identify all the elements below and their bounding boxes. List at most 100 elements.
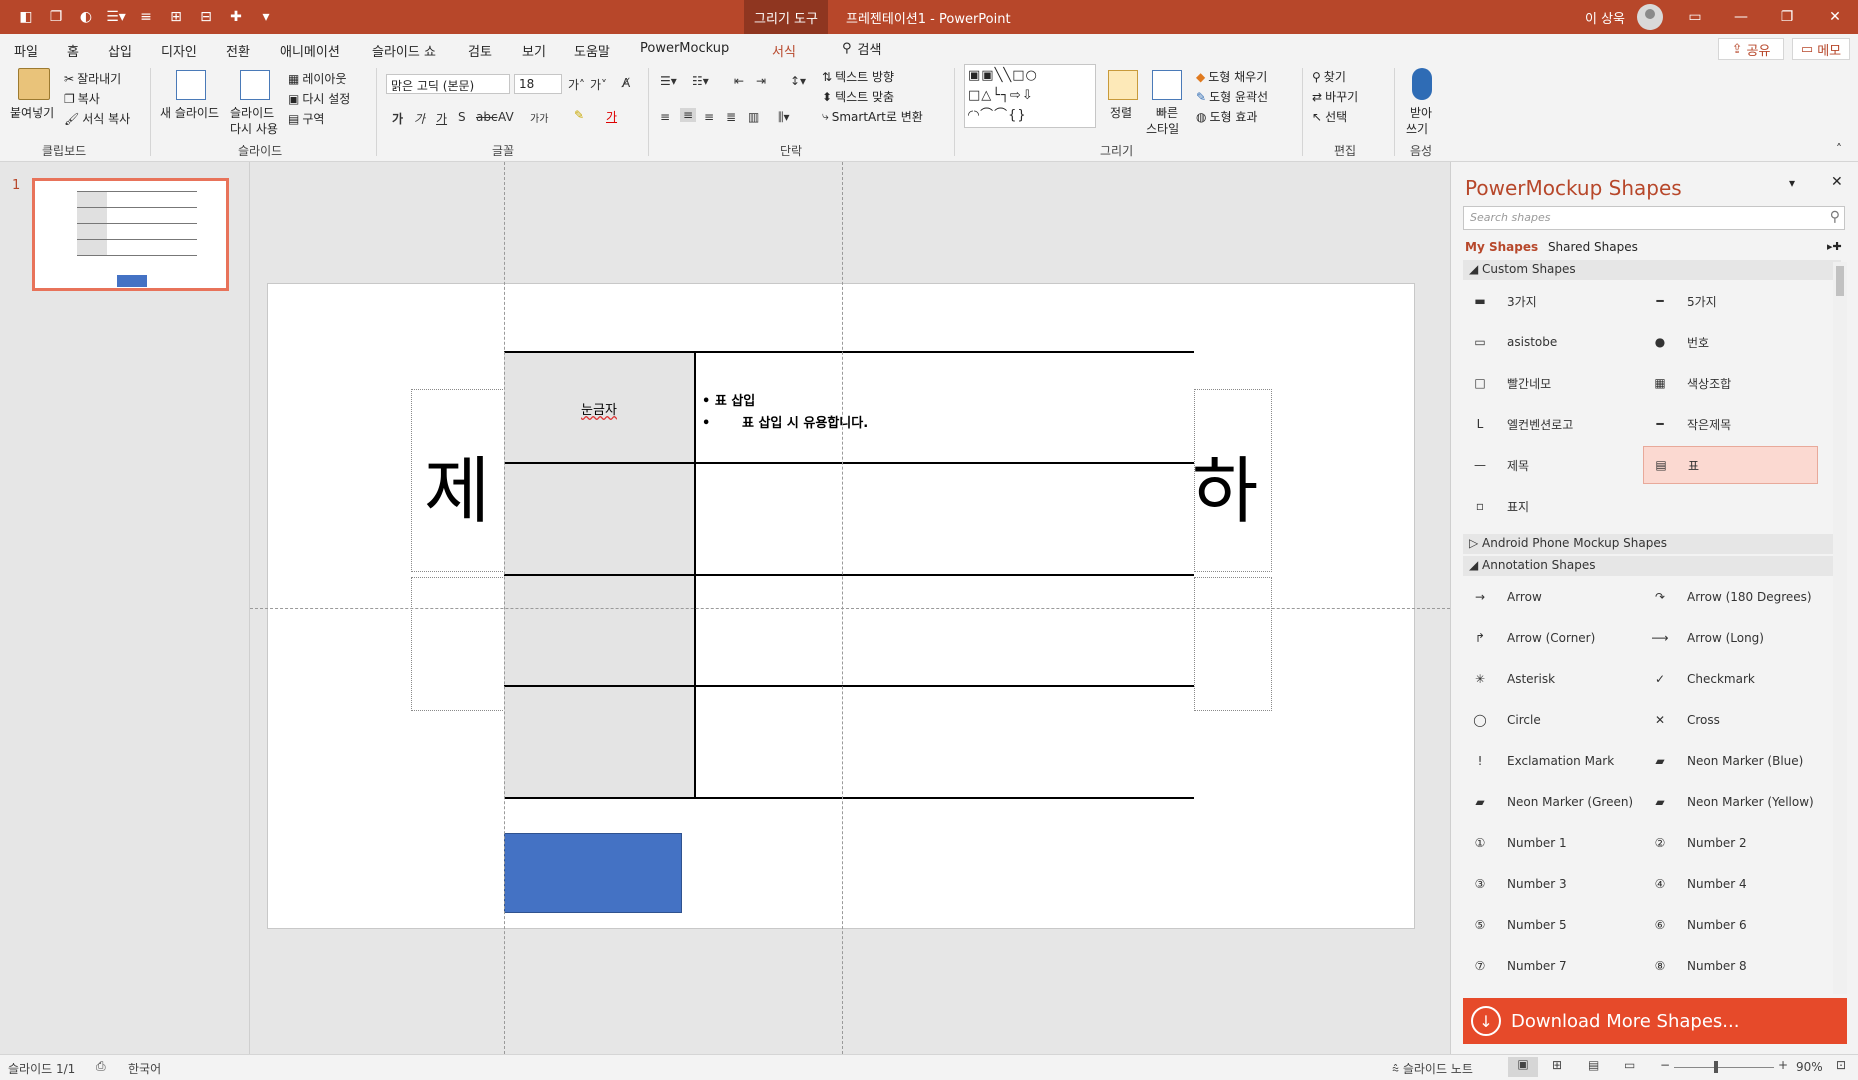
align-text-button[interactable]: ⬍ 텍스트 맞춤 bbox=[822, 88, 894, 105]
copy-button[interactable]: ❐ 복사 bbox=[64, 90, 100, 107]
shape-outline-button[interactable]: ✎ 도형 윤곽선 bbox=[1196, 88, 1268, 105]
tab-slideshow[interactable]: 슬라이드 쇼 bbox=[372, 41, 436, 60]
horizontal-guide[interactable] bbox=[250, 608, 1450, 609]
clear-format-icon[interactable]: A̸ bbox=[622, 76, 630, 90]
distribute-icon[interactable]: ▥ bbox=[748, 110, 759, 124]
shape-item[interactable]: ⟶ Arrow (Long) bbox=[1643, 619, 1818, 657]
quick-styles-label-1[interactable]: 빠른 bbox=[1156, 104, 1178, 121]
tab-transitions[interactable]: 전환 bbox=[226, 41, 250, 60]
shape-item[interactable]: ② Number 2 bbox=[1643, 824, 1818, 862]
line-spacing-icon[interactable]: ↕▾ bbox=[790, 74, 806, 88]
shapes-gallery[interactable]: ▣▣╲╲□○ □△└┐⇨⇩ ◜◝⌒⌒{} bbox=[964, 64, 1096, 128]
zoom-level[interactable]: 90% bbox=[1796, 1060, 1823, 1074]
font-size-combo[interactable]: 18 bbox=[514, 74, 562, 94]
shape-item[interactable]: ━ 5가지 bbox=[1643, 282, 1818, 320]
shape-item[interactable]: ↷ Arrow (180 Degrees) bbox=[1643, 578, 1818, 616]
collapse-ribbon-icon[interactable]: ˄ bbox=[1836, 142, 1842, 156]
shape-item[interactable]: ① Number 1 bbox=[1463, 824, 1638, 862]
shape-item[interactable]: ▰ Neon Marker (Blue) bbox=[1643, 742, 1818, 780]
tab-powermockup[interactable]: PowerMockup bbox=[640, 41, 729, 56]
reading-view-icon[interactable]: ▤ bbox=[1588, 1058, 1599, 1072]
shape-item[interactable]: → Arrow bbox=[1463, 578, 1638, 616]
notes-button[interactable]: ⩯ 슬라이드 노트 bbox=[1392, 1060, 1473, 1077]
pane-scrollbar[interactable] bbox=[1833, 262, 1847, 994]
title-text-right[interactable]: 하 bbox=[1192, 432, 1258, 537]
decrease-indent-icon[interactable]: ⇤ bbox=[734, 74, 744, 88]
shape-item[interactable]: ⑥ Number 6 bbox=[1643, 906, 1818, 944]
accessibility-icon[interactable]: ⎙ bbox=[96, 1059, 106, 1074]
tab-view[interactable]: 보기 bbox=[522, 41, 546, 60]
pane-close-icon[interactable]: ✕ bbox=[1831, 174, 1843, 190]
new-slide-icon[interactable] bbox=[176, 70, 206, 100]
plus-icon[interactable]: ✚ bbox=[224, 7, 248, 27]
cut-button[interactable]: ✂ 잘라내기 bbox=[64, 70, 121, 87]
avatar[interactable] bbox=[1637, 4, 1663, 30]
align-left-icon[interactable]: ≡ bbox=[660, 110, 670, 124]
arrange-icon[interactable] bbox=[1108, 70, 1138, 100]
table-body-cell[interactable]: • 표 삽입 • 표 삽입 시 유용합니다. bbox=[702, 391, 868, 435]
section-annotation-shapes[interactable]: ◢ Annotation Shapes bbox=[1463, 556, 1841, 576]
shadow-icon[interactable]: S bbox=[458, 110, 466, 124]
scrollbar-thumb[interactable] bbox=[1836, 266, 1844, 296]
shape-item[interactable]: ③ Number 3 bbox=[1463, 865, 1638, 903]
memo-button[interactable]: ▭ 메모 bbox=[1792, 38, 1850, 60]
paste-icon[interactable] bbox=[18, 68, 50, 100]
tab-review[interactable]: 검토 bbox=[468, 41, 492, 60]
close-icon[interactable]: ✕ bbox=[1812, 0, 1858, 34]
shape-item[interactable]: ━ 작은제목 bbox=[1643, 405, 1818, 443]
zoom-slider-thumb[interactable] bbox=[1714, 1061, 1718, 1073]
font-name-combo[interactable]: 맑은 고딕 (본문) bbox=[386, 74, 510, 94]
zoom-in-icon[interactable]: + bbox=[1778, 1058, 1788, 1072]
blue-rectangle-shape[interactable] bbox=[504, 833, 682, 913]
slide-thumbnail[interactable] bbox=[32, 178, 229, 291]
dictate-label-1[interactable]: 받아 bbox=[1410, 104, 1432, 121]
shape-item[interactable]: — 제목 bbox=[1463, 446, 1638, 484]
list-icon[interactable]: ≡ bbox=[134, 7, 158, 27]
arrange-button[interactable]: 정렬 bbox=[1110, 104, 1132, 121]
quick-styles-icon[interactable] bbox=[1152, 70, 1182, 100]
reuse-slides-icon[interactable] bbox=[240, 70, 270, 100]
increase-indent-icon[interactable]: ⇥ bbox=[756, 74, 766, 88]
shape-item[interactable]: ▦ 색상조합 bbox=[1643, 364, 1818, 402]
text-direction-button[interactable]: ⇅ 텍스트 방향 bbox=[822, 68, 894, 85]
reset-button[interactable]: ▣ 다시 설정 bbox=[288, 90, 350, 107]
tab-format[interactable]: 서식 bbox=[772, 41, 796, 60]
slideshow-view-icon[interactable]: ▭ bbox=[1624, 1058, 1635, 1072]
bullets-icon[interactable]: ☰▾ bbox=[104, 7, 128, 27]
shapes-icon[interactable]: ◧ bbox=[14, 7, 38, 27]
download-more-shapes-button[interactable]: ↓ Download More Shapes... bbox=[1463, 998, 1847, 1044]
pane-expand-icon[interactable]: ▸✚ bbox=[1827, 240, 1842, 253]
align-right-icon[interactable]: ≡ bbox=[704, 110, 714, 124]
shape-item[interactable]: ▤ 표 bbox=[1643, 446, 1818, 484]
shape-item[interactable]: ↱ Arrow (Corner) bbox=[1463, 619, 1638, 657]
slide-sorter-icon[interactable]: ⊞ bbox=[1552, 1058, 1562, 1072]
pane-options-icon[interactable]: ▾ bbox=[1789, 176, 1795, 190]
section-button[interactable]: ▤ 구역 bbox=[288, 110, 324, 127]
table-header-cell[interactable]: 눈금자 bbox=[504, 399, 694, 418]
layout-button[interactable]: ▦ 레이아웃 bbox=[288, 70, 347, 87]
underline-icon[interactable]: 가 bbox=[436, 110, 447, 127]
shape-item[interactable]: ✓ Checkmark bbox=[1643, 660, 1818, 698]
minimize-icon[interactable]: — bbox=[1718, 0, 1764, 34]
zoom-out-icon[interactable]: − bbox=[1660, 1058, 1670, 1072]
tab-my-shapes[interactable]: My Shapes bbox=[1465, 240, 1538, 254]
paste-button[interactable]: 붙여넣기 bbox=[10, 104, 54, 121]
shape-item[interactable]: ▰ Neon Marker (Green) bbox=[1463, 783, 1638, 821]
select-button[interactable]: ↖ 선택 bbox=[1312, 108, 1347, 125]
bold-icon[interactable]: 가 bbox=[392, 110, 403, 127]
italic-icon[interactable]: 가 bbox=[414, 110, 425, 127]
tab-animations[interactable]: 애니메이션 bbox=[280, 41, 340, 60]
find-button[interactable]: ⚲ 찾기 bbox=[1312, 68, 1346, 85]
smartart-button[interactable]: ⤷ SmartArt로 변환 bbox=[822, 108, 923, 125]
shape-effects-button[interactable]: ◍ 도형 효과 bbox=[1196, 108, 1257, 125]
highlight-icon[interactable]: ✎ bbox=[574, 108, 584, 122]
format-icon[interactable]: ◐ bbox=[74, 7, 98, 27]
replace-button[interactable]: ⇄ 바꾸기 bbox=[1312, 88, 1358, 105]
shape-item[interactable]: ⑧ Number 8 bbox=[1643, 947, 1818, 985]
tab-help[interactable]: 도움말 bbox=[574, 41, 610, 60]
shape-item[interactable]: ▭ asistobe bbox=[1463, 323, 1638, 361]
section-android-shapes[interactable]: ▷ Android Phone Mockup Shapes bbox=[1463, 534, 1841, 554]
content-placeholder-left[interactable] bbox=[411, 577, 505, 711]
share-button[interactable]: ⇪ 공유 bbox=[1718, 38, 1784, 60]
shape-search-input[interactable]: Search shapes ⚲ bbox=[1463, 206, 1845, 230]
